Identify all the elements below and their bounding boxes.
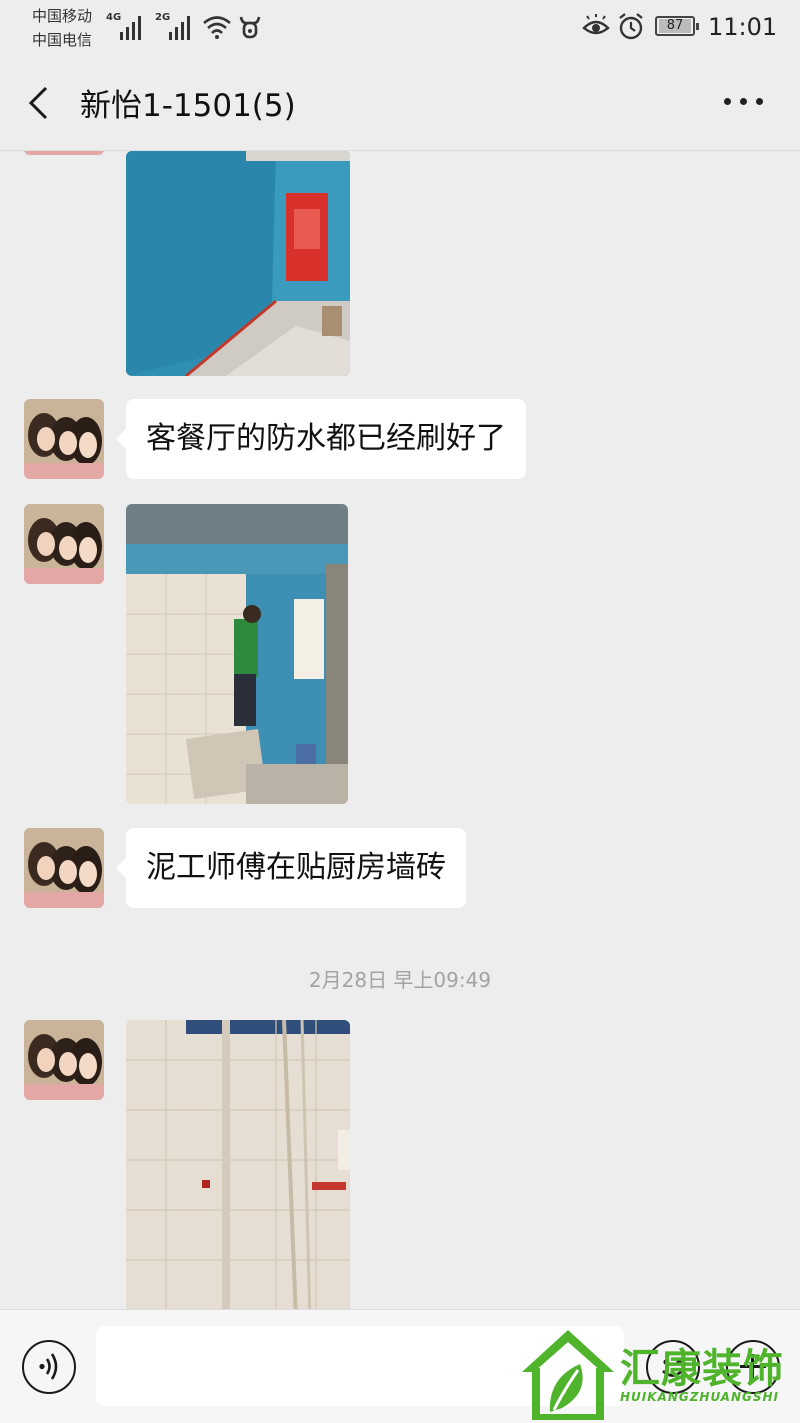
- sender-avatar[interactable]: [24, 504, 104, 584]
- carrier-name-1: 中国移动: [32, 7, 93, 25]
- wifi-icon: [203, 16, 231, 39]
- eye-icon: [582, 14, 610, 35]
- brand-watermark: 汇康装饰 HUIKANGZHUANGSHI: [520, 1328, 800, 1422]
- chevron-left-icon[interactable]: [26, 86, 54, 120]
- chat-header: 新怡1-1501(5): [0, 56, 800, 151]
- sender-avatar[interactable]: [24, 1020, 104, 1100]
- house-leaf-logo-icon: [522, 1330, 614, 1420]
- battery-level: 87: [659, 19, 691, 33]
- chat-title: 新怡1-1501(5): [80, 88, 296, 124]
- alarm-clock-icon: [619, 13, 643, 40]
- sender-avatar[interactable]: [24, 828, 104, 908]
- more-dots-icon[interactable]: [724, 96, 764, 108]
- message-photo[interactable]: [126, 1020, 350, 1309]
- bull-notification-icon: [239, 16, 261, 39]
- carrier-name-2: 中国电信: [32, 31, 93, 49]
- voice-icon: [39, 1353, 58, 1380]
- sender-avatar[interactable]: [24, 399, 104, 479]
- message-bubble[interactable]: 客餐厅的防水都已经刷好了: [116, 399, 526, 479]
- message-timestamp: 2月28日 早上09:49: [308, 968, 492, 992]
- network-type-2g: 2G: [155, 12, 171, 23]
- status-time: 11:01: [708, 13, 778, 41]
- sender-avatar[interactable]: [24, 151, 104, 155]
- watermark-brand: 汇康装饰: [620, 1346, 784, 1392]
- status-bar: 中国移动 中国电信 4G 2G 87 11:01: [0, 0, 800, 56]
- message-bubble[interactable]: 泥工师傅在贴厨房墙砖: [116, 828, 466, 908]
- message-photo[interactable]: [126, 151, 350, 376]
- photo-blue-waterproofed-room: [126, 151, 350, 376]
- message-list[interactable]: 客餐厅的防水都已经刷好了 泥工师傅在贴厨房墙砖 2月28日 早上09:49: [0, 151, 800, 1309]
- photo-tiled-wall: [126, 1020, 350, 1309]
- network-type-4g: 4G: [106, 12, 122, 23]
- message-photo[interactable]: [126, 504, 348, 804]
- battery-icon: 87: [655, 16, 699, 36]
- photo-worker-tiling-kitchen: [126, 504, 348, 804]
- voice-button[interactable]: [22, 1340, 76, 1394]
- watermark-brand-en: HUIKANGZHUANGSHI: [620, 1390, 780, 1404]
